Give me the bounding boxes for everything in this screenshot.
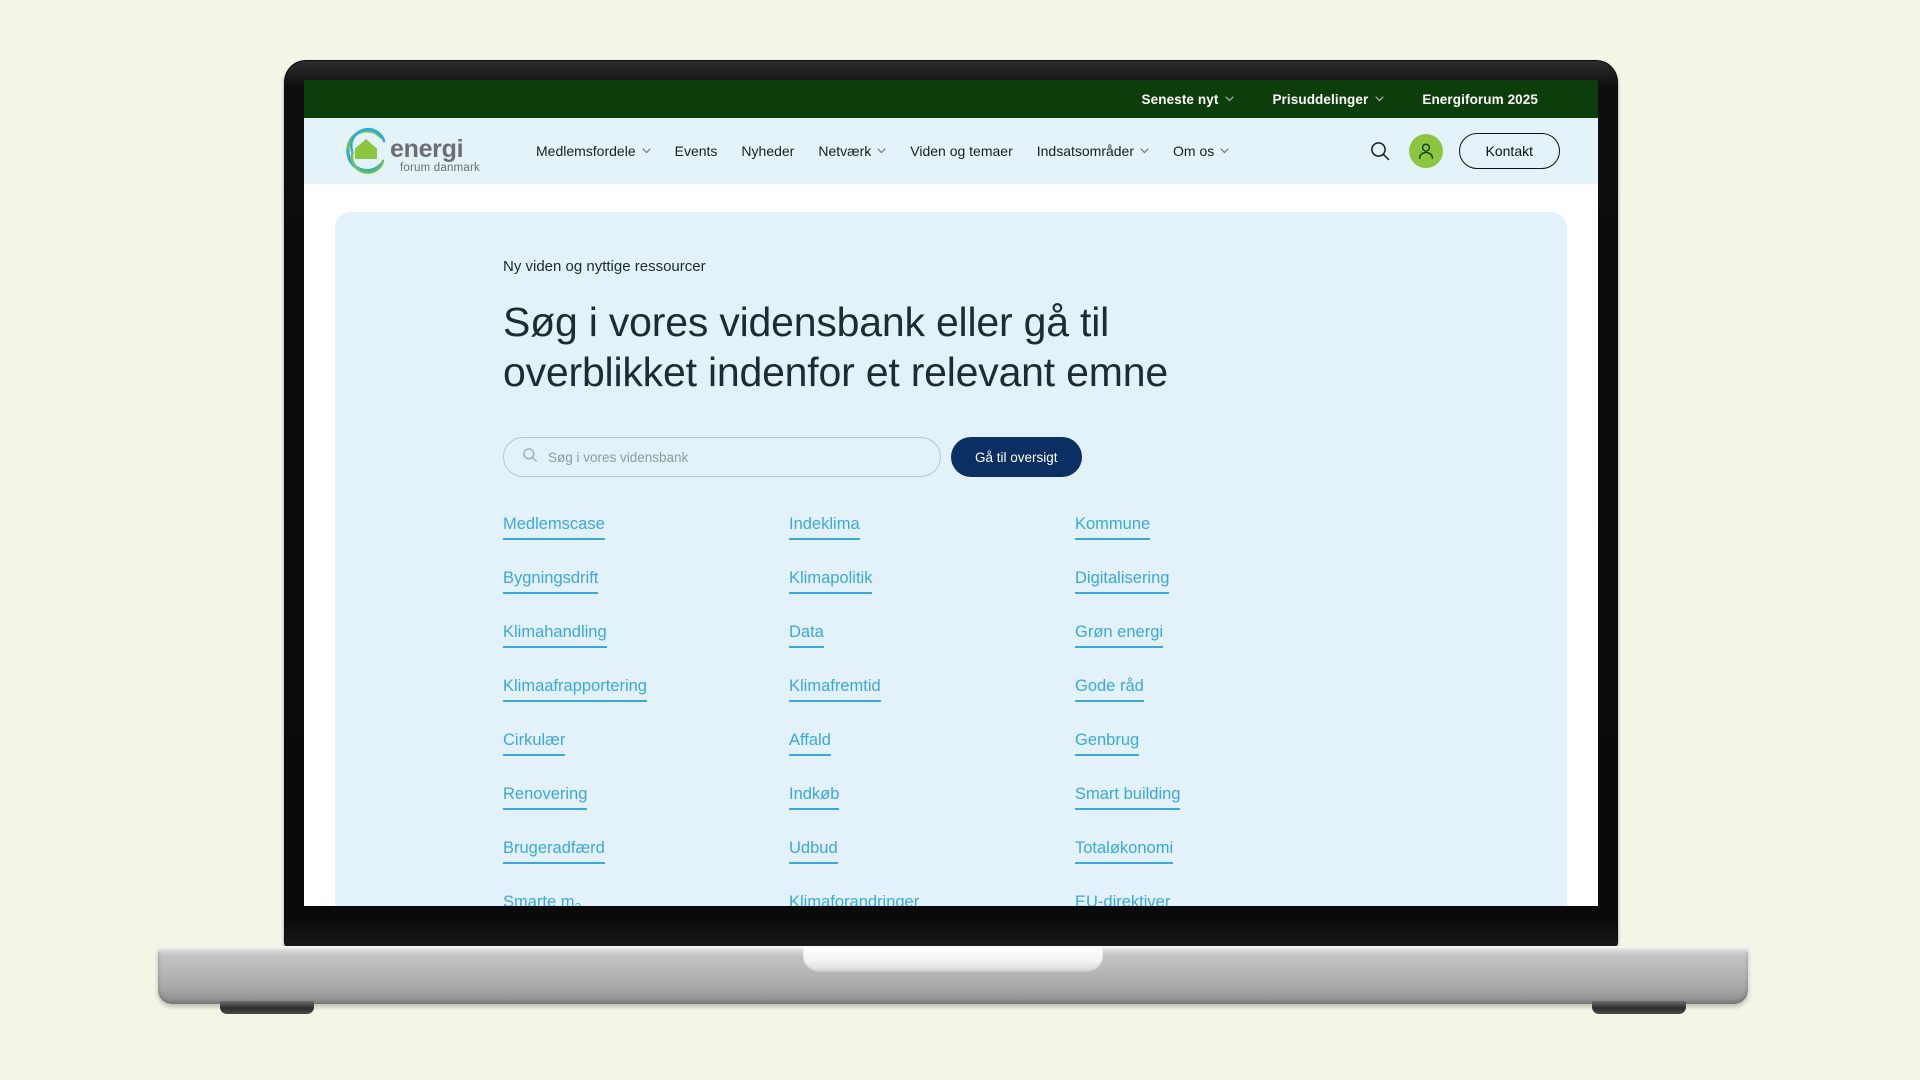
- nav-item-label: Om os: [1173, 143, 1215, 159]
- chevron-down-icon: [1140, 147, 1149, 156]
- search-row: Gå til oversigt: [503, 437, 1507, 478]
- hero-section: Ny viden og nyttige ressourcer Søg i vor…: [304, 184, 1598, 906]
- topic-column-3: Kommune Digitalisering Grøn energi Gode …: [1075, 515, 1261, 906]
- topic-link[interactable]: Cirkulær: [503, 731, 566, 756]
- topic-link[interactable]: Gode råd: [1075, 677, 1144, 702]
- topic-link[interactable]: Digitalisering: [1075, 569, 1170, 594]
- topic-link[interactable]: Bygningsdrift: [503, 569, 599, 594]
- chevron-down-icon: [1375, 95, 1384, 104]
- topic-link[interactable]: Udbud: [789, 839, 838, 864]
- topic-link[interactable]: Brugeradfærd: [503, 839, 605, 864]
- nav-item-label: Indsatsområder: [1036, 143, 1135, 159]
- topic-link[interactable]: Grøn energi: [1075, 623, 1164, 648]
- main-navigation: Medlemsfordele Events Nyheder Netværk Vi…: [536, 143, 1367, 159]
- logo-word: energi: [390, 134, 464, 163]
- laptop-screen: Seneste nyt Prisuddelinger Energiforum 2…: [304, 80, 1598, 906]
- laptop-deck: [158, 946, 1748, 1004]
- nav-item-events[interactable]: Events: [675, 143, 718, 159]
- energiforum-logo-icon: [340, 125, 392, 177]
- topic-link[interactable]: Data: [789, 623, 824, 648]
- search-icon[interactable]: [1367, 138, 1393, 164]
- search-input[interactable]: [548, 449, 922, 465]
- nav-item-om-os[interactable]: Om os: [1173, 143, 1229, 159]
- nav-item-label: Events: [674, 143, 718, 159]
- chevron-down-icon: [642, 147, 651, 156]
- user-avatar[interactable]: [1408, 134, 1443, 168]
- topic-link[interactable]: Klimaforandringer: [789, 893, 919, 906]
- laptop-notch: [803, 946, 1103, 972]
- topic-link[interactable]: Klimafremtid: [789, 677, 881, 702]
- topic-link[interactable]: Affald: [789, 731, 831, 756]
- chevron-down-icon: [1220, 147, 1229, 156]
- topic-link[interactable]: Klimaafrapportering: [503, 677, 647, 702]
- nav-item-label: Netværk: [818, 143, 872, 159]
- hero-content: Ny viden og nyttige ressourcer Søg i vor…: [335, 258, 1567, 906]
- nav-item-nyheder[interactable]: Nyheder: [741, 143, 794, 159]
- hero-card: Ny viden og nyttige ressourcer Søg i vor…: [335, 212, 1567, 906]
- go-to-overview-button[interactable]: Gå til oversigt: [951, 437, 1082, 478]
- search-icon: [522, 447, 538, 468]
- topbar-item-label: Prisuddelinger: [1272, 91, 1369, 107]
- topic-link[interactable]: Klimahandling: [503, 623, 607, 648]
- topic-column-1: Medlemscase Bygningsdrift Klimahandling …: [503, 515, 689, 906]
- topic-link[interactable]: Renovering: [503, 785, 588, 810]
- topic-link[interactable]: Genbrug: [1075, 731, 1140, 756]
- topic-link[interactable]: Klimapolitik: [789, 569, 873, 594]
- site-logo[interactable]: energi forum danmark: [340, 125, 490, 177]
- topbar-item-energiforum-2025[interactable]: Energiforum 2025: [1422, 92, 1538, 107]
- nav-item-label: Nyheder: [741, 143, 795, 159]
- laptop-base: [158, 946, 1748, 1022]
- topic-link[interactable]: Indeklima: [789, 515, 860, 540]
- logo-subtitle: forum danmark: [400, 162, 480, 175]
- chevron-down-icon: [877, 147, 886, 156]
- topic-link[interactable]: Medlemscase: [503, 515, 605, 540]
- website-page: Seneste nyt Prisuddelinger Energiforum 2…: [304, 80, 1598, 906]
- laptop-foot-right: [1592, 1001, 1686, 1014]
- topic-link[interactable]: EU-direktiver: [1075, 893, 1170, 906]
- nav-item-medlemsfordele[interactable]: Medlemsfordele: [536, 143, 651, 159]
- laptop-foot-left: [220, 1001, 314, 1014]
- topbar-item-prisuddelinger[interactable]: Prisuddelinger: [1272, 92, 1384, 107]
- topbar-item-label: Energiforum 2025: [1422, 91, 1538, 107]
- topbar-item-seneste-nyt[interactable]: Seneste nyt: [1142, 92, 1235, 107]
- topic-link[interactable]: Smart building: [1075, 785, 1181, 810]
- page-title: Søg i vores vidensbank eller gå til over…: [503, 299, 1168, 396]
- laptop-mockup: Seneste nyt Prisuddelinger Energiforum 2…: [284, 60, 1618, 948]
- topic-link[interactable]: Totaløkonomi: [1075, 839, 1174, 864]
- header-actions: Kontakt: [1367, 133, 1560, 169]
- search-field[interactable]: [503, 437, 941, 478]
- contact-button[interactable]: Kontakt: [1458, 133, 1560, 169]
- topic-column-2: Indeklima Klimapolitik Data Klimafremtid…: [789, 515, 975, 906]
- hero-eyebrow: Ny viden og nyttige ressourcer: [503, 258, 706, 275]
- nav-item-viden-og-temaer[interactable]: Viden og temaer: [910, 143, 1012, 159]
- nav-item-netvaerk[interactable]: Netværk: [818, 143, 886, 159]
- chevron-down-icon: [1225, 95, 1235, 104]
- site-header: energi forum danmark Medlemsfordele Even…: [304, 118, 1598, 184]
- topbar-item-label: Seneste nyt: [1141, 91, 1219, 107]
- topic-link[interactable]: Indkøb: [789, 785, 840, 810]
- utility-topbar: Seneste nyt Prisuddelinger Energiforum 2…: [304, 80, 1598, 118]
- topic-link[interactable]: Kommune: [1075, 515, 1151, 540]
- nav-item-label: Medlemsfordele: [536, 143, 636, 159]
- topic-link[interactable]: Smarte m2: [503, 893, 581, 906]
- nav-item-label: Viden og temaer: [910, 143, 1013, 159]
- logo-wordmark: energi forum danmark: [390, 134, 480, 177]
- nav-item-indsatsomraader[interactable]: Indsatsområder: [1037, 143, 1149, 159]
- topic-links-grid: Medlemscase Bygningsdrift Klimahandling …: [503, 515, 1507, 906]
